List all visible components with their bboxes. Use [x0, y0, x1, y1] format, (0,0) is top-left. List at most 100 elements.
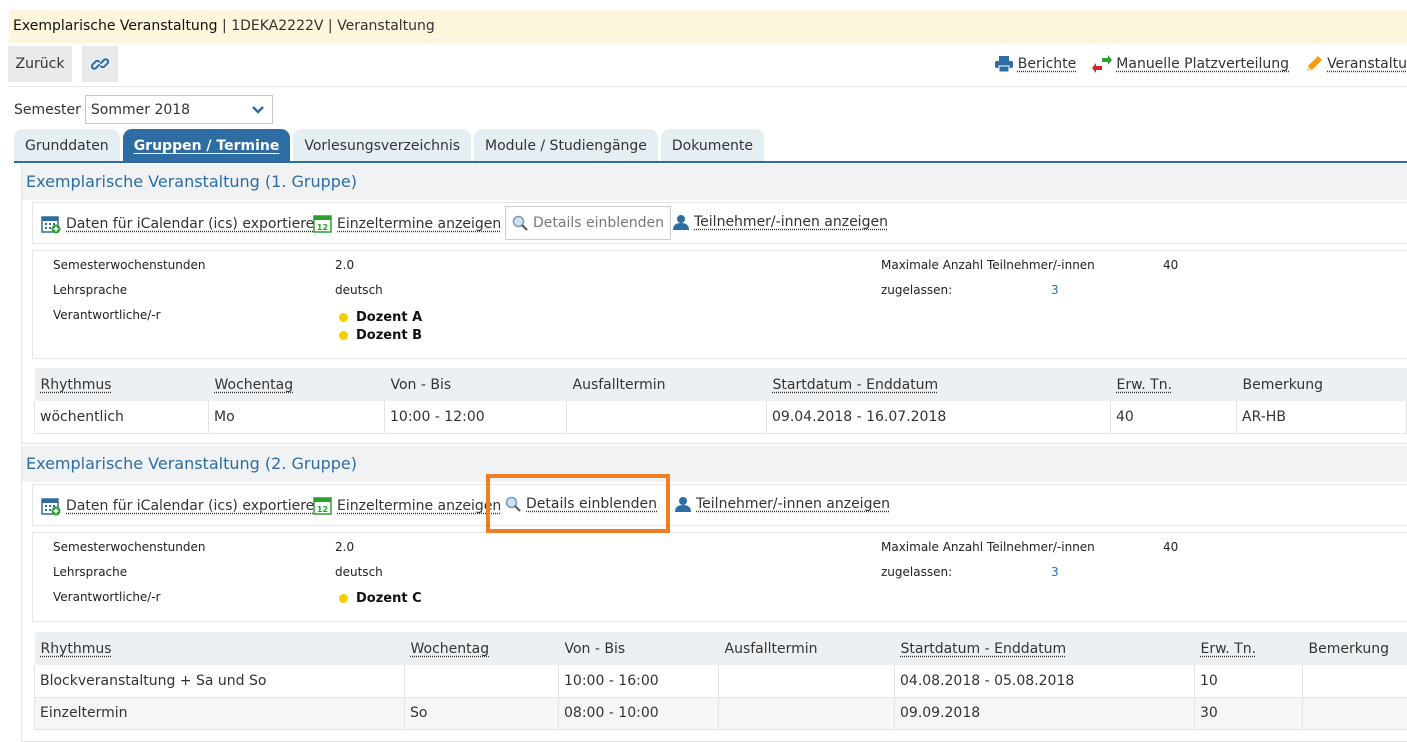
semester-select[interactable]: Sommer 2018 [85, 95, 273, 124]
participants-action[interactable]: Teilnehmer/-innen anzeigen [673, 214, 888, 230]
sws-value: 2.0 [335, 540, 354, 554]
title-separator: | [222, 18, 227, 34]
appointments-table: Rhythmus Wochentag Von - Bis Ausfallterm… [34, 368, 1407, 434]
single-dates-link[interactable]: Einzeltermine anzeigen [337, 498, 501, 514]
cell-start-end: 04.08.2018 - 05.08.2018 [895, 665, 1195, 697]
table-header-row: Rhythmus Wochentag Von - Bis Ausfallterm… [35, 632, 1407, 665]
tab-grunddaten[interactable]: Grunddaten [14, 129, 120, 162]
single-dates-action[interactable]: 12 Einzeltermine anzeigen [313, 496, 501, 515]
responsible-label: Verantwortliche/-r [53, 308, 161, 322]
col-ausfalltermin: Ausfalltermin [567, 368, 767, 401]
svg-text:12: 12 [317, 223, 328, 232]
language-label: Lehrsprache [53, 283, 127, 297]
back-button[interactable]: Zurück [8, 46, 72, 82]
reports-link[interactable]: Berichte [1018, 56, 1077, 72]
status-dot-icon [339, 594, 348, 603]
course-code: 1DEKA2222V [231, 18, 323, 34]
permalink-button[interactable] [82, 46, 118, 82]
col-ausfalltermin: Ausfalltermin [719, 632, 895, 665]
title-bar: Exemplarische Veranstaltung | 1DEKA2222V… [9, 10, 1407, 43]
col-erw-tn[interactable]: Erw. Tn. [1111, 368, 1237, 401]
semester-value: Sommer 2018 [91, 102, 190, 118]
table-row: wöchentlich Mo 10:00 - 12:00 09.04.2018 … [35, 401, 1407, 433]
semester-filter: Semester Sommer 2018 [14, 95, 273, 124]
language-label: Lehrsprache [53, 565, 127, 579]
sws-label: Semesterwochenstunden [53, 540, 205, 554]
seat-distribution-action[interactable]: Manuelle Platzverteilung [1092, 55, 1289, 73]
participants-link[interactable]: Teilnehmer/-innen anzeigen [696, 496, 890, 512]
table-row: Einzeltermin So 08:00 - 10:00 09.09.2018… [35, 697, 1407, 729]
lecturer-item: Dozent A [339, 308, 422, 326]
cell-rhythmus: wöchentlich [35, 401, 209, 433]
tab-module-studiengaenge[interactable]: Module / Studiengänge [474, 129, 658, 162]
participants-link[interactable]: Teilnehmer/-innen anzeigen [694, 214, 888, 230]
link-icon [91, 55, 109, 73]
group-link-bar: Daten für iCalendar (ics) exportieren 12… [32, 202, 1407, 244]
action-links: Berichte Manuelle Platzverteilung Verans… [994, 55, 1407, 73]
seat-distribution-link[interactable]: Manuelle Platzverteilung [1116, 56, 1289, 72]
reports-action[interactable]: Berichte [994, 55, 1077, 73]
calendar-add-icon [41, 214, 61, 234]
max-participants-value: 40 [1163, 540, 1178, 554]
col-rhythmus[interactable]: Rhythmus [35, 632, 405, 665]
tab-underline [14, 161, 1407, 163]
col-rhythmus[interactable]: Rhythmus [35, 368, 209, 401]
cell-von-bis: 10:00 - 16:00 [559, 665, 719, 697]
group-link-bar: Daten für iCalendar (ics) exportieren 12… [32, 484, 1407, 526]
group-panel-1: Exemplarische Veranstaltung (1. Gruppe) … [21, 164, 1407, 444]
group-info: Semesterwochenstunden 2.0 Lehrsprache de… [32, 532, 1407, 622]
col-wochentag[interactable]: Wochentag [405, 632, 559, 665]
appointments-table: Rhythmus Wochentag Von - Bis Ausfallterm… [34, 632, 1407, 730]
ical-export-link[interactable]: Daten für iCalendar (ics) exportieren [66, 216, 323, 232]
ical-export-action[interactable]: Daten für iCalendar (ics) exportieren [41, 496, 323, 516]
calendar-add-icon [41, 496, 61, 516]
title-separator-2: | [328, 18, 333, 34]
col-von-bis: Von - Bis [385, 368, 567, 401]
col-wochentag[interactable]: Wochentag [209, 368, 385, 401]
toolbar: Zurück Berichte Manuelle Platzverteilung… [8, 46, 1407, 82]
max-participants-label: Maximale Anzahl Teilnehmer/-innen [881, 540, 1095, 554]
col-bemerkung: Bemerkung [1237, 368, 1407, 401]
lecturer-name: Dozent C [356, 591, 422, 606]
user-icon [675, 496, 691, 512]
tab-vorlesungsverzeichnis[interactable]: Vorlesungsverzeichnis [293, 129, 471, 162]
cell-erw-tn: 10 [1195, 665, 1303, 697]
toolbar-divider [8, 86, 1407, 87]
group-title: Exemplarische Veranstaltung (2. Gruppe) [22, 446, 1407, 482]
col-start-end[interactable]: Startdatum - Enddatum [767, 368, 1111, 401]
swap-arrows-icon [1092, 55, 1112, 73]
ical-export-link[interactable]: Daten für iCalendar (ics) exportieren [66, 498, 323, 514]
col-erw-tn[interactable]: Erw. Tn. [1195, 632, 1303, 665]
calendar-icon: 12 [313, 214, 332, 233]
show-details-button[interactable]: Details einblenden [505, 206, 671, 240]
col-bemerkung: Bemerkung [1303, 632, 1407, 665]
lecturer-list: Dozent A Dozent B [339, 308, 422, 344]
single-dates-action[interactable]: 12 Einzeltermine anzeigen [313, 214, 501, 233]
participants-action[interactable]: Teilnehmer/-innen anzeigen [675, 496, 890, 512]
status-dot-icon [339, 331, 348, 340]
show-details-label: Details einblenden [533, 215, 664, 231]
table-header-row: Rhythmus Wochentag Von - Bis Ausfallterm… [35, 368, 1407, 401]
single-dates-link[interactable]: Einzeltermine anzeigen [337, 216, 501, 232]
cell-erw-tn: 40 [1111, 401, 1237, 433]
semester-label: Semester [14, 102, 81, 118]
tab-gruppen-termine[interactable]: Gruppen / Termine [123, 129, 291, 162]
cell-ausfalltermin [567, 401, 767, 433]
tab-dokumente[interactable]: Dokumente [661, 129, 764, 162]
status-dot-icon [339, 313, 348, 322]
language-value: deutsch [335, 565, 383, 579]
edit-course-link[interactable]: Veranstaltu [1327, 56, 1407, 72]
chevron-down-icon [252, 106, 264, 114]
edit-course-action[interactable]: Veranstaltu [1305, 55, 1407, 73]
col-start-end[interactable]: Startdatum - Enddatum [895, 632, 1195, 665]
cell-rhythmus: Blockveranstaltung + Sa und So [35, 665, 405, 697]
cell-start-end: 09.09.2018 [895, 697, 1195, 729]
cell-wochentag [405, 665, 559, 697]
cell-wochentag: So [405, 697, 559, 729]
lecturer-item: Dozent C [339, 589, 422, 607]
cell-von-bis: 10:00 - 12:00 [385, 401, 567, 433]
printer-icon [994, 56, 1014, 72]
max-participants-value: 40 [1163, 258, 1178, 272]
lecturer-name: Dozent A [356, 310, 422, 325]
ical-export-action[interactable]: Daten für iCalendar (ics) exportieren [41, 214, 323, 234]
